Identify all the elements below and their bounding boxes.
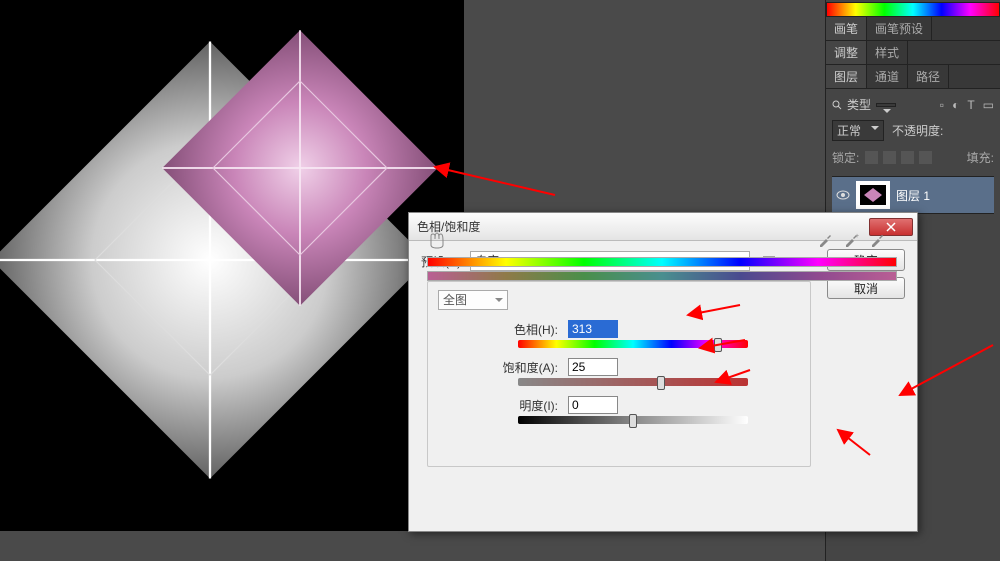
type-filter-dropdown[interactable] (876, 103, 896, 107)
tab-brush-presets[interactable]: 画笔预设 (867, 17, 932, 40)
tab-styles[interactable]: 样式 (867, 41, 908, 64)
canvas-area[interactable] (0, 0, 464, 531)
tabs-brush: 画笔 画笔预设 (826, 17, 1000, 41)
eyedroppers: + - (817, 232, 885, 248)
opacity-label: 不透明度: (892, 122, 943, 139)
visibility-icon[interactable] (836, 190, 850, 200)
filter-image-icon[interactable]: ▫ (940, 98, 944, 112)
hue-label: 色相(H): (438, 321, 558, 338)
input-spectrum-strip[interactable] (427, 257, 897, 267)
saturation-label: 饱和度(A): (438, 359, 558, 376)
lightness-input[interactable] (568, 396, 618, 414)
search-icon (832, 100, 842, 110)
filter-adjust-icon[interactable]: ◐ (952, 98, 959, 112)
svg-text:-: - (881, 233, 884, 240)
hue-row: 色相(H): (438, 320, 800, 338)
edit-range-dropdown[interactable]: 全图 (438, 290, 508, 310)
output-spectrum-strip[interactable] (427, 271, 897, 281)
hue-thumb[interactable] (714, 338, 722, 352)
tab-adjustments[interactable]: 调整 (826, 41, 867, 64)
saturation-slider[interactable] (518, 378, 748, 386)
color-spectrum[interactable] (826, 2, 1000, 17)
lock-icons (865, 151, 932, 164)
eyedropper-row: + - (427, 231, 897, 249)
lightness-label: 明度(I): (438, 397, 558, 414)
color-strips (427, 253, 897, 281)
saturation-thumb[interactable] (657, 376, 665, 390)
hue-slider[interactable] (518, 340, 748, 348)
svg-text:+: + (855, 233, 859, 240)
layers-panel-body: 类型 ▫ ◐ T ▭ 正常 不透明度: 锁定: 填充: (826, 89, 1000, 218)
tab-brush[interactable]: 画笔 (826, 17, 867, 40)
layer-item[interactable]: 图层 1 (832, 176, 994, 214)
foreground-diamond (155, 23, 445, 313)
tabs-adjust: 调整 样式 (826, 41, 1000, 65)
hue-input[interactable] (568, 320, 618, 338)
blend-mode-row: 正常 不透明度: (832, 116, 994, 145)
lock-row: 锁定: 填充: (832, 145, 994, 170)
eyedropper-subtract-icon[interactable]: - (869, 232, 885, 248)
lock-transparency-icon[interactable] (865, 151, 878, 164)
saturation-input[interactable] (568, 358, 618, 376)
close-icon (886, 222, 896, 232)
sliders-group: 全图 色相(H): 饱和度(A): 明度(I): (427, 281, 811, 467)
tab-channels[interactable]: 通道 (867, 65, 908, 88)
lightness-thumb[interactable] (629, 414, 637, 428)
filter-shape-icon[interactable]: ▭ (983, 98, 994, 112)
fill-label: 填充: (967, 149, 994, 166)
layer-name[interactable]: 图层 1 (896, 187, 930, 204)
lightness-row: 明度(I): (438, 396, 800, 414)
tab-paths[interactable]: 路径 (908, 65, 949, 88)
saturation-row: 饱和度(A): (438, 358, 800, 376)
layer-type-filter[interactable]: 类型 ▫ ◐ T ▭ (832, 93, 994, 116)
tabs-layers: 图层 通道 路径 (826, 65, 1000, 89)
hand-icon[interactable] (427, 231, 447, 249)
lock-pixels-icon[interactable] (883, 151, 896, 164)
saturation-track (518, 378, 748, 386)
lock-all-icon[interactable] (919, 151, 932, 164)
dialog-body: 确定 取消 预设(E): 自定 全图 色相(H): 饱和度(A): (409, 241, 917, 291)
tab-layers[interactable]: 图层 (826, 65, 867, 88)
blend-mode-dropdown[interactable]: 正常 (832, 120, 884, 141)
type-filter-label: 类型 (847, 96, 871, 113)
hue-saturation-dialog: 色相/饱和度 确定 取消 预设(E): 自定 全图 色相(H): (408, 212, 918, 532)
filter-icons: ▫ ◐ T ▭ (940, 98, 994, 112)
filter-type-icon[interactable]: T (967, 98, 974, 112)
layer-thumbnail[interactable] (856, 181, 890, 209)
lock-label: 锁定: (832, 149, 859, 166)
lightness-slider[interactable] (518, 416, 748, 424)
eyedropper-icon[interactable] (817, 232, 833, 248)
lock-position-icon[interactable] (901, 151, 914, 164)
eyedropper-add-icon[interactable]: + (843, 232, 859, 248)
